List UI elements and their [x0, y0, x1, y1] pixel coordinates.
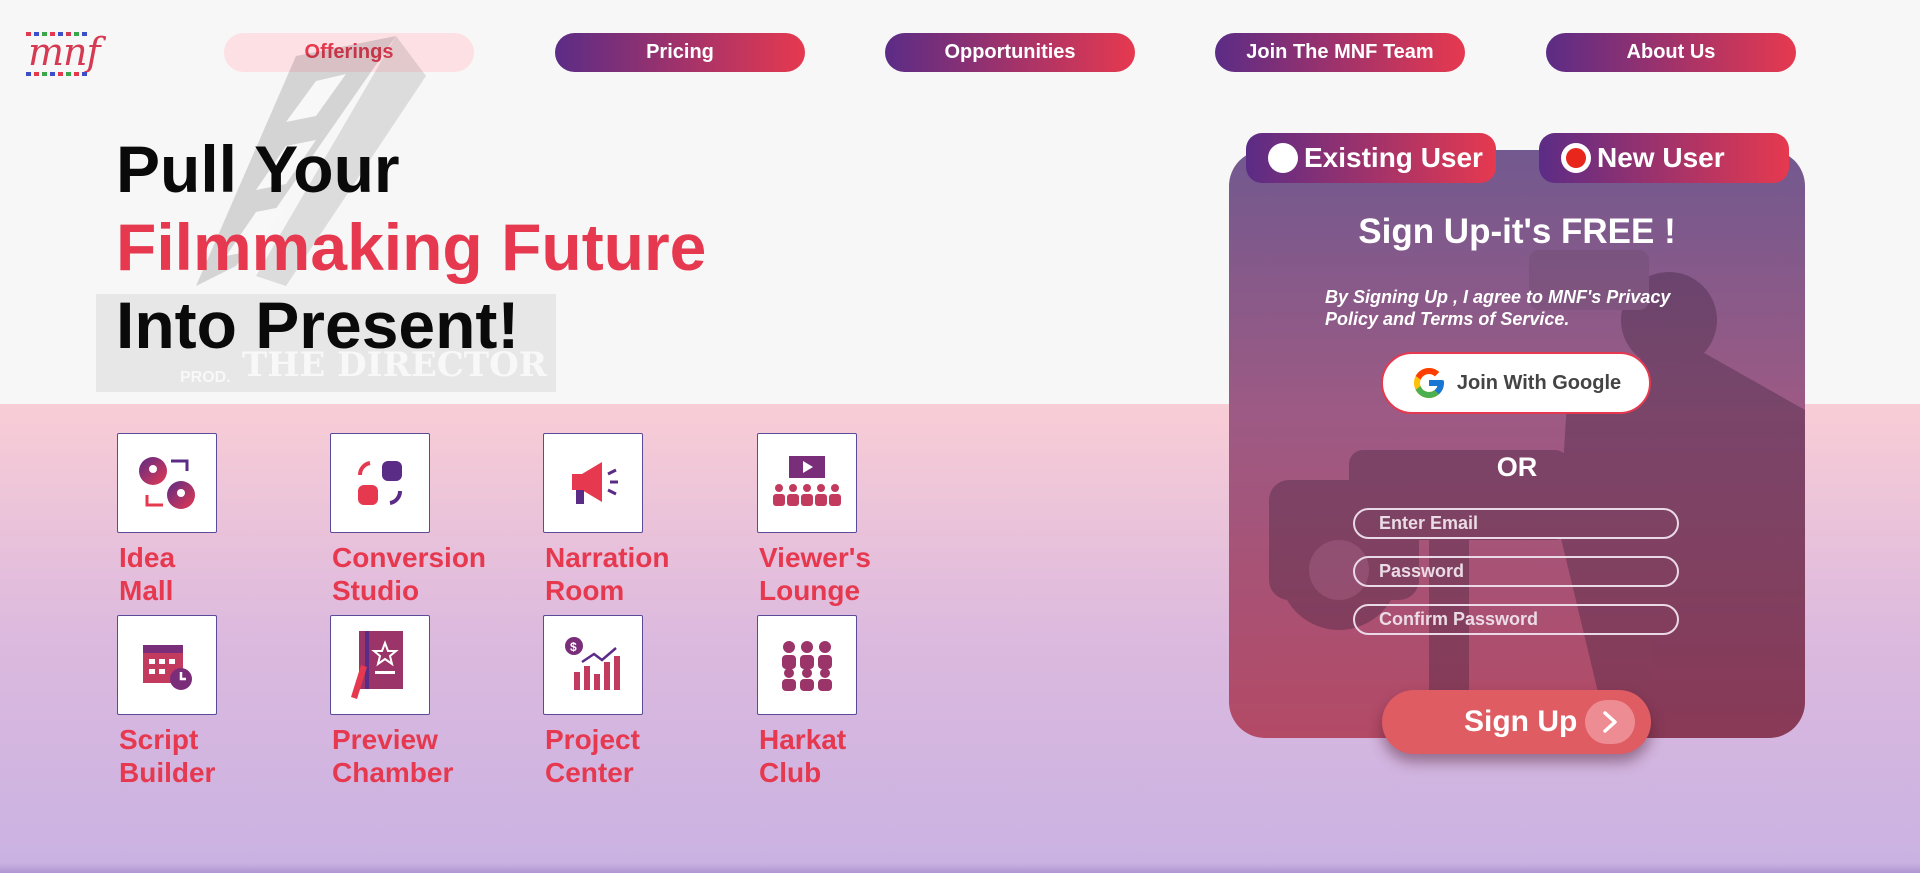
- notebook-star-icon: [351, 631, 403, 699]
- google-button-label: Join With Google: [1456, 371, 1622, 394]
- feature-idea-mall[interactable]: Idea Mall: [117, 433, 297, 607]
- feature-label-2: Chamber: [332, 757, 454, 788]
- hero-heading: Pull Your Filmmaking Future Into Present…: [116, 130, 706, 364]
- clapper-prod-text: PROD.: [180, 369, 231, 386]
- feature-icon-box[interactable]: [543, 433, 643, 533]
- feature-icon-box[interactable]: [757, 433, 857, 533]
- svg-text:$: $: [570, 640, 577, 654]
- feature-label-2: Center: [545, 757, 634, 788]
- feature-icon-box[interactable]: [330, 433, 430, 533]
- chevron-right-icon: [1585, 700, 1635, 744]
- nav-join-team[interactable]: Join The MNF Team: [1215, 33, 1465, 72]
- group-icon: [782, 641, 832, 691]
- growth-chart-icon: $: [565, 637, 620, 690]
- logo-dots-bottom: [26, 72, 87, 76]
- google-icon: [1413, 368, 1444, 398]
- feature-label-1: Preview: [332, 724, 438, 755]
- feature-label-1: Viewer's: [759, 542, 871, 573]
- feature-conversion-studio[interactable]: Conversion Studio: [330, 433, 510, 607]
- existing-user-label: Existing User: [1304, 142, 1483, 173]
- hero-line-2: Filmmaking Future: [116, 210, 707, 284]
- confirm-password-field[interactable]: [1353, 604, 1679, 635]
- sign-up-label: Sign Up: [1464, 705, 1578, 738]
- feature-label-1: Project: [545, 724, 640, 755]
- new-user-label: New User: [1597, 142, 1725, 173]
- nav-about-us[interactable]: About Us: [1546, 33, 1796, 72]
- or-divider: OR: [1496, 452, 1538, 482]
- hero-line-1: Pull Your: [116, 132, 400, 206]
- signup-card: Sign Up-it's FREE ! By Signing Up , I ag…: [1229, 150, 1805, 738]
- password-field[interactable]: [1353, 556, 1679, 587]
- idea-exchange-icon: [139, 457, 195, 509]
- logo-text: mnf: [28, 30, 101, 74]
- feature-label-1: Script: [119, 724, 199, 755]
- new-user-radio[interactable]: [1561, 143, 1591, 173]
- join-with-google-button[interactable]: Join With Google: [1381, 352, 1651, 414]
- terms-note: By Signing Up , I agree to MNF's Privacy…: [1325, 287, 1671, 329]
- feature-project-center[interactable]: $ Project Center: [543, 615, 723, 789]
- feature-label-1: Idea: [119, 542, 176, 573]
- feature-harkat-club[interactable]: Harkat Club: [757, 615, 937, 789]
- feature-narration-room[interactable]: Narration Room: [543, 433, 723, 607]
- feature-preview-chamber[interactable]: Preview Chamber: [330, 615, 510, 789]
- existing-user-radio[interactable]: [1268, 143, 1298, 173]
- feature-label-2: Room: [545, 575, 625, 606]
- feature-label-2: Mall: [119, 575, 174, 606]
- signup-title: Sign Up-it's FREE !: [1358, 212, 1676, 251]
- email-field[interactable]: [1353, 508, 1679, 539]
- feature-icon-box[interactable]: $: [543, 615, 643, 715]
- sign-up-button[interactable]: Sign Up: [1382, 690, 1651, 754]
- feature-icon-box[interactable]: [757, 615, 857, 715]
- feature-icon-box[interactable]: [330, 615, 430, 715]
- existing-user-toggle[interactable]: Existing User: [1246, 133, 1496, 183]
- feature-label-2: Builder: [119, 757, 216, 788]
- feature-label-2: Lounge: [759, 575, 861, 606]
- feature-script-builder[interactable]: Script Builder: [117, 615, 297, 789]
- feature-label-2: Club: [759, 757, 822, 788]
- feature-icon-box[interactable]: [117, 433, 217, 533]
- feature-label-1: Narration: [545, 542, 670, 573]
- new-user-toggle[interactable]: New User: [1539, 133, 1789, 183]
- nav-pricing[interactable]: Pricing: [555, 33, 805, 72]
- megaphone-icon: [572, 462, 618, 504]
- nav-opportunities[interactable]: Opportunities: [885, 33, 1135, 72]
- hero-line-3: Into Present!: [116, 288, 520, 362]
- conversion-icon: [357, 461, 403, 505]
- feature-viewers-lounge[interactable]: Viewer's Lounge: [757, 433, 937, 607]
- audience-screen-icon: [773, 456, 841, 506]
- feature-label-1: Conversion: [332, 542, 487, 573]
- feature-icon-box[interactable]: [117, 615, 217, 715]
- calendar-clock-icon: [143, 645, 192, 690]
- feature-label-2: Studio: [332, 575, 420, 606]
- feature-label-1: Harkat: [759, 724, 847, 755]
